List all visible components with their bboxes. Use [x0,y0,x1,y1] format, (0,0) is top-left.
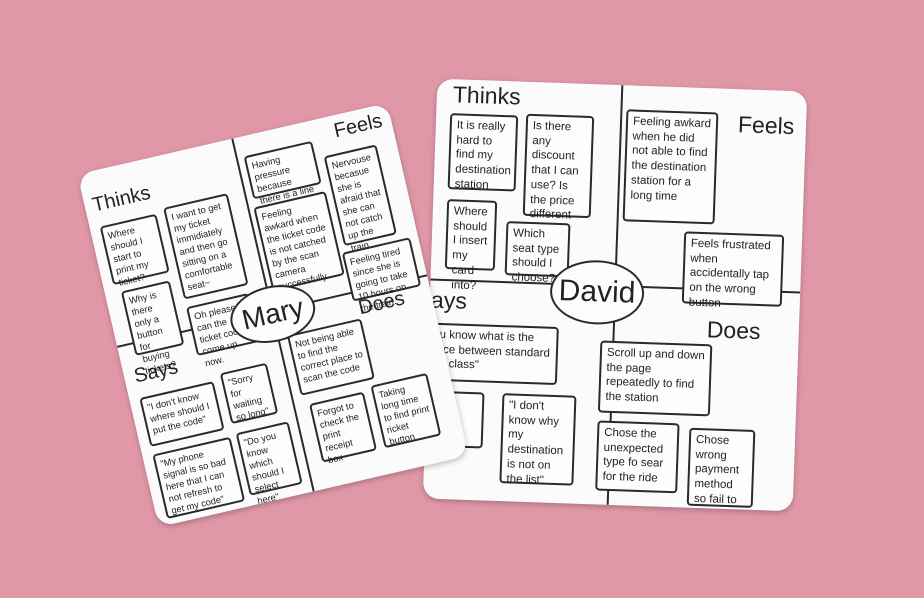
sticky-note: Taking long time to find print ricket bu… [370,372,442,449]
sticky-note: "I don't know where should I put the cod… [139,381,225,447]
sticky-note: "I don't know why my destination is not … [499,393,577,486]
heading-does: Does [706,316,761,345]
sticky-note: "Sorry for waiting so long" [219,362,279,425]
sticky-note: Chose wrong payment method so fail to pa… [686,427,756,511]
sticky-note: It is really hard to find my destination… [447,113,519,192]
sticky-note: Which seat type should I choose? [504,221,571,285]
sticky-note: Is there any discount that I can use? Is… [522,113,595,251]
sticky-note: Feeling awkard when the ticket code is n… [253,191,345,293]
empathy-map-mary: Thinks Feels Says Does Where should I st… [77,102,469,528]
sticky-note: Chose the unexpected type fo sear for th… [595,420,680,494]
sticky-note: "My phone signal is so bad here that I c… [152,436,246,520]
sticky-note: Where should I start to print my ticket? [99,213,170,288]
sticky-note: Feeling awkard when he did not able to f… [622,109,719,225]
sticky-note: I want to get my ticket immidiately and … [163,193,249,300]
sticky-note: Forgot to check the print receipt box [308,391,378,466]
heading-feels: Feels [737,111,795,140]
sticky-note: "Do you know which should I select here" [235,421,303,507]
canvas: Thinks Feels Says Does It is really hard… [0,0,924,598]
heading-thinks: Thinks [90,181,153,217]
sticky-note: Where should I insert my card into? [444,199,498,292]
heading-feels: Feels [331,109,385,143]
sticky-note: Feels frustrated when accidentally tap o… [681,231,785,310]
sticky-note: Having pressure because there is a line … [243,140,322,218]
sticky-note: Scroll up and down the page repeatedly t… [597,340,713,417]
persona-name: David [548,258,646,326]
empathy-map-david: Thinks Feels Says Does It is really hard… [422,78,808,512]
heading-thinks: Thinks [452,81,522,110]
